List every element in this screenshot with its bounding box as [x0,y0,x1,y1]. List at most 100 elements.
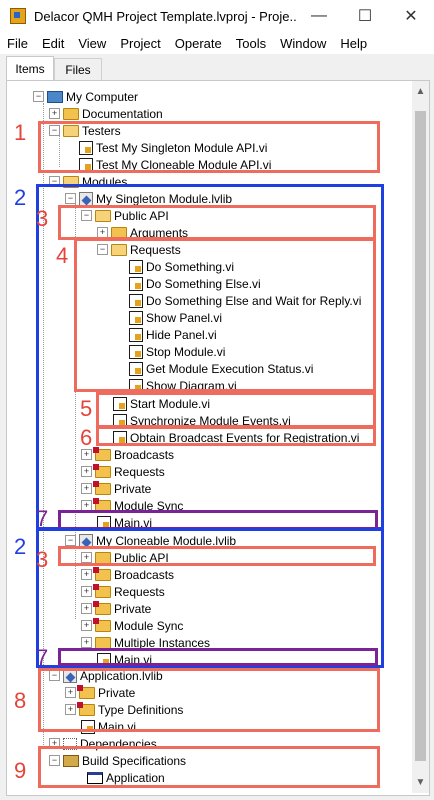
tree-item-public-api[interactable]: − Public API [81,207,169,224]
close-button[interactable]: ✕ [388,0,434,32]
tree-item-cloneable-lib[interactable]: − My Cloneable Module.lvlib [65,532,236,549]
menu-file[interactable]: File [0,36,35,51]
tree-item-requests-folder[interactable]: − Requests [97,241,181,258]
folder-icon [77,684,95,699]
expand-icon[interactable]: + [81,620,92,631]
tree-item-main-vi-3[interactable]: Main.vi [81,718,136,735]
scroll-up-icon[interactable]: ▲ [412,83,429,100]
tree-item-documentation[interactable]: + Documentation [49,105,163,122]
tree-item-modules[interactable]: − Modules [49,173,127,190]
tree-label: Dependencies [80,736,157,751]
tree-item-do-something[interactable]: Do Something.vi [129,258,234,275]
tree-item-private[interactable]: + Private [81,480,151,497]
labview-project-icon [10,8,26,24]
expand-icon[interactable]: + [81,637,92,648]
collapse-icon[interactable]: − [97,244,108,255]
expand-icon[interactable]: + [81,500,92,511]
scroll-down-icon[interactable]: ▼ [412,774,429,791]
tree-item-application-lib[interactable]: − Application.lvlib [49,667,163,684]
maximize-button[interactable]: ☐ [342,0,388,32]
tab-items[interactable]: Items [6,56,54,81]
tree-item-private-3[interactable]: + Private [65,684,135,701]
vertical-scrollbar[interactable]: ▲ ▼ [412,81,429,793]
collapse-icon[interactable]: − [65,535,76,546]
collapse-icon[interactable]: − [33,91,44,102]
tree-item-test-singleton[interactable]: Test My Singleton Module API.vi [79,139,267,156]
vi-icon [129,293,143,308]
collapse-icon[interactable]: − [49,125,60,136]
minimize-button[interactable]: — [296,0,342,32]
tree-label: Hide Panel.vi [146,327,217,342]
vi-icon [79,157,93,172]
folder-open-icon [95,209,111,222]
tree-item-requests-2[interactable]: + Requests [81,583,165,600]
tree-item-my-computer[interactable]: − My Computer [33,88,138,105]
expand-icon[interactable]: + [49,108,60,119]
tree-item-main-vi[interactable]: Main.vi [97,514,152,531]
menu-edit[interactable]: Edit [35,36,71,51]
tree-item-start-module[interactable]: Start Module.vi [113,395,210,412]
tree-label: Application.lvlib [80,668,163,683]
tree-item-stop-module[interactable]: Stop Module.vi [129,343,225,360]
tree-item-main-vi-2[interactable]: Main.vi [97,651,152,668]
tree-item-multiple-instances[interactable]: + Multiple Instances [81,634,210,651]
folder-icon [93,617,111,632]
tree-item-show-diagram[interactable]: Show Diagram.vi [129,377,237,394]
tree-label: Do Something.vi [146,259,235,274]
tree-item-public-api-2[interactable]: + Public API [81,549,169,566]
tree-item-singleton-lib[interactable]: − My Singleton Module.lvlib [65,190,232,207]
collapse-icon[interactable]: − [81,210,92,221]
expand-icon[interactable]: + [81,466,92,477]
scrollbar-thumb[interactable] [415,111,426,761]
tree-item-hide-panel[interactable]: Hide Panel.vi [129,326,217,343]
menu-tools[interactable]: Tools [229,36,273,51]
folder-icon [93,446,111,461]
annotation-number-8: 8 [14,688,27,713]
collapse-icon[interactable]: − [49,176,60,187]
menu-help[interactable]: Help [333,36,374,51]
tree-item-get-status[interactable]: Get Module Execution Status.vi [129,360,313,377]
collapse-icon[interactable]: − [49,670,60,681]
tree-item-do-something-else[interactable]: Do Something Else.vi [129,275,261,292]
tree-item-private-2[interactable]: + Private [81,600,151,617]
tree-item-do-something-else-wait[interactable]: Do Something Else and Wait for Reply.vi [129,292,361,309]
expand-icon[interactable]: + [81,569,92,580]
expand-icon[interactable]: + [81,603,92,614]
tree-item-dependencies[interactable]: + Dependencies [49,735,157,752]
dependencies-icon [63,737,77,750]
tree-label: My Singleton Module.lvlib [96,191,233,206]
menu-window[interactable]: Window [273,36,333,51]
tree-item-application[interactable]: Application [87,769,165,786]
tree-item-test-cloneable[interactable]: Test My Cloneable Module API.vi [79,156,271,173]
expand-icon[interactable]: + [81,552,92,563]
tree-item-show-panel[interactable]: Show Panel.vi [129,309,222,326]
tree-label: Test My Cloneable Module API.vi [96,157,272,172]
tree-label: Type Definitions [98,702,184,717]
tree-item-module-sync[interactable]: + Module Sync [81,497,183,514]
menu-view[interactable]: View [71,36,113,51]
expand-icon[interactable]: + [65,687,76,698]
tree-item-obtain-broadcast[interactable]: Obtain Broadcast Events for Registration… [113,429,359,446]
expand-icon[interactable]: + [81,483,92,494]
expand-icon[interactable]: + [65,704,76,715]
tree-item-type-definitions[interactable]: + Type Definitions [65,701,183,718]
tree-label: Module Sync [114,618,184,633]
expand-icon[interactable]: + [81,586,92,597]
tree-item-broadcasts-2[interactable]: + Broadcasts [81,566,174,583]
tree-item-sync-events[interactable]: Synchronize Module Events.vi [113,412,291,429]
tree-item-module-sync-2[interactable]: + Module Sync [81,617,183,634]
collapse-icon[interactable]: − [65,193,76,204]
tree-item-build-specs[interactable]: − Build Specifications [49,752,186,769]
tree-item-arguments[interactable]: + Arguments [97,224,188,241]
tree-item-broadcasts[interactable]: + Broadcasts [81,446,174,463]
menu-operate[interactable]: Operate [168,36,229,51]
tree-item-requests[interactable]: + Requests [81,463,165,480]
tab-files[interactable]: Files [54,58,102,81]
collapse-icon[interactable]: − [49,755,60,766]
expand-icon[interactable]: + [49,738,60,749]
tree-label: Main.vi [98,719,137,734]
menu-project[interactable]: Project [113,36,167,51]
tree-item-testers[interactable]: − Testers [49,122,121,139]
expand-icon[interactable]: + [97,227,108,238]
tree-label: Arguments [130,225,189,240]
